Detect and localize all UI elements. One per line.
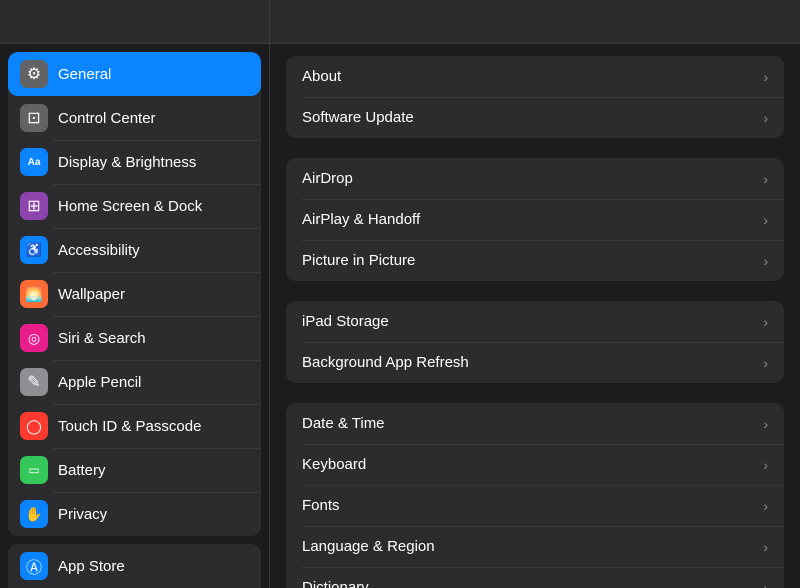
content-label-background-refresh: Background App Refresh bbox=[302, 354, 763, 371]
content-label-dictionary: Dictionary bbox=[302, 579, 763, 588]
content-row-fonts[interactable]: Fonts› bbox=[286, 485, 784, 526]
content-row-software-update[interactable]: Software Update› bbox=[286, 97, 784, 138]
display-icon: Aa bbox=[20, 148, 48, 176]
content-label-date-time: Date & Time bbox=[302, 415, 763, 432]
content-label-fonts: Fonts bbox=[302, 497, 763, 514]
chevron-icon-date-time: › bbox=[763, 416, 768, 432]
sidebar-item-home-screen[interactable]: ⊞ Home Screen & Dock bbox=[8, 184, 261, 228]
sidebar-label-general: General bbox=[58, 66, 111, 83]
sidebar-group-group2: ⒶApp Store▤Wallet & Apple Pay bbox=[8, 544, 261, 588]
battery-icon: ▭ bbox=[20, 456, 48, 484]
home-screen-icon: ⊞ bbox=[20, 192, 48, 220]
chevron-icon-picture-in-picture: › bbox=[763, 253, 768, 269]
content-row-about[interactable]: About› bbox=[286, 56, 784, 97]
sidebar-label-control-center: Control Center bbox=[58, 110, 156, 127]
content-row-picture-in-picture[interactable]: Picture in Picture› bbox=[286, 240, 784, 281]
sidebar-label-siri: Siri & Search bbox=[58, 330, 146, 347]
content-label-software-update: Software Update bbox=[302, 109, 763, 126]
accessibility-icon: ♿ bbox=[20, 236, 48, 264]
content-row-dictionary[interactable]: Dictionary› bbox=[286, 567, 784, 588]
content-label-ipad-storage: iPad Storage bbox=[302, 313, 763, 330]
content-header bbox=[270, 0, 800, 43]
content-group-group-datetime: Date & Time›Keyboard›Fonts›Language & Re… bbox=[286, 403, 784, 588]
sidebar: ⚙ General ⊡ Control Center Aa Display & Brigh… bbox=[0, 44, 270, 588]
sidebar-item-pencil[interactable]: ✎ Apple Pencil bbox=[8, 360, 261, 404]
privacy-icon: ✋ bbox=[20, 500, 48, 528]
sidebar-item-battery[interactable]: ▭ Battery bbox=[8, 448, 261, 492]
sidebar-label-app-store: App Store bbox=[58, 558, 125, 575]
sidebar-label-touch-id: Touch ID & Passcode bbox=[58, 418, 201, 435]
content-area: About›Software Update›AirDrop›AirPlay & … bbox=[270, 44, 800, 588]
content-row-language-region[interactable]: Language & Region› bbox=[286, 526, 784, 567]
main-layout: ⚙ General ⊡ Control Center Aa Display & Brigh… bbox=[0, 44, 800, 588]
content-row-background-refresh[interactable]: Background App Refresh› bbox=[286, 342, 784, 383]
content-label-about: About bbox=[302, 68, 763, 85]
sidebar-label-accessibility: Accessibility bbox=[58, 242, 140, 259]
sidebar-label-wallpaper: Wallpaper bbox=[58, 286, 125, 303]
sidebar-item-wallpaper[interactable]: 🌅 Wallpaper bbox=[8, 272, 261, 316]
content-label-language-region: Language & Region bbox=[302, 538, 763, 555]
content-row-airplay[interactable]: AirPlay & Handoff› bbox=[286, 199, 784, 240]
content-label-picture-in-picture: Picture in Picture bbox=[302, 252, 763, 269]
sidebar-item-privacy[interactable]: ✋ Privacy bbox=[8, 492, 261, 536]
chevron-icon-dictionary: › bbox=[763, 580, 768, 588]
chevron-icon-airplay: › bbox=[763, 212, 768, 228]
sidebar-label-display: Display & Brightness bbox=[58, 154, 196, 171]
content-label-airplay: AirPlay & Handoff bbox=[302, 211, 763, 228]
content-row-keyboard[interactable]: Keyboard› bbox=[286, 444, 784, 485]
sidebar-label-pencil: Apple Pencil bbox=[58, 374, 141, 391]
content-row-date-time[interactable]: Date & Time› bbox=[286, 403, 784, 444]
sidebar-label-privacy: Privacy bbox=[58, 506, 107, 523]
sidebar-item-general[interactable]: ⚙ General bbox=[8, 52, 261, 96]
chevron-icon-about: › bbox=[763, 69, 768, 85]
content-group-group-airdrop: AirDrop›AirPlay & Handoff›Picture in Pic… bbox=[286, 158, 784, 281]
sidebar-label-battery: Battery bbox=[58, 462, 106, 479]
sidebar-item-display[interactable]: Aa Display & Brightness bbox=[8, 140, 261, 184]
chevron-icon-airdrop: › bbox=[763, 171, 768, 187]
sidebar-item-app-store[interactable]: Ⓐ App Store bbox=[8, 544, 261, 588]
content-label-keyboard: Keyboard bbox=[302, 456, 763, 473]
sidebar-item-accessibility[interactable]: ♿ Accessibility bbox=[8, 228, 261, 272]
app-store-icon: Ⓐ bbox=[20, 552, 48, 580]
sidebar-label-home-screen: Home Screen & Dock bbox=[58, 198, 202, 215]
general-icon: ⚙ bbox=[20, 60, 48, 88]
chevron-icon-keyboard: › bbox=[763, 457, 768, 473]
sidebar-item-control-center[interactable]: ⊡ Control Center bbox=[8, 96, 261, 140]
touch-id-icon: ◯ bbox=[20, 412, 48, 440]
sidebar-item-touch-id[interactable]: ◯ Touch ID & Passcode bbox=[8, 404, 261, 448]
content-group-group-storage: iPad Storage›Background App Refresh› bbox=[286, 301, 784, 383]
sidebar-group-group1: ⚙ General ⊡ Control Center Aa Display & Brigh… bbox=[8, 52, 261, 536]
content-row-ipad-storage[interactable]: iPad Storage› bbox=[286, 301, 784, 342]
pencil-icon: ✎ bbox=[20, 368, 48, 396]
chevron-icon-fonts: › bbox=[763, 498, 768, 514]
chevron-icon-software-update: › bbox=[763, 110, 768, 126]
content-label-airdrop: AirDrop bbox=[302, 170, 763, 187]
chevron-icon-language-region: › bbox=[763, 539, 768, 555]
header bbox=[0, 0, 800, 44]
siri-icon: ◎ bbox=[20, 324, 48, 352]
content-group-group-about: About›Software Update› bbox=[286, 56, 784, 138]
chevron-icon-background-refresh: › bbox=[763, 355, 768, 371]
control-center-icon: ⊡ bbox=[20, 104, 48, 132]
chevron-icon-ipad-storage: › bbox=[763, 314, 768, 330]
wallpaper-icon: 🌅 bbox=[20, 280, 48, 308]
sidebar-item-siri[interactable]: ◎ Siri & Search bbox=[8, 316, 261, 360]
sidebar-header bbox=[0, 0, 270, 43]
content-row-airdrop[interactable]: AirDrop› bbox=[286, 158, 784, 199]
